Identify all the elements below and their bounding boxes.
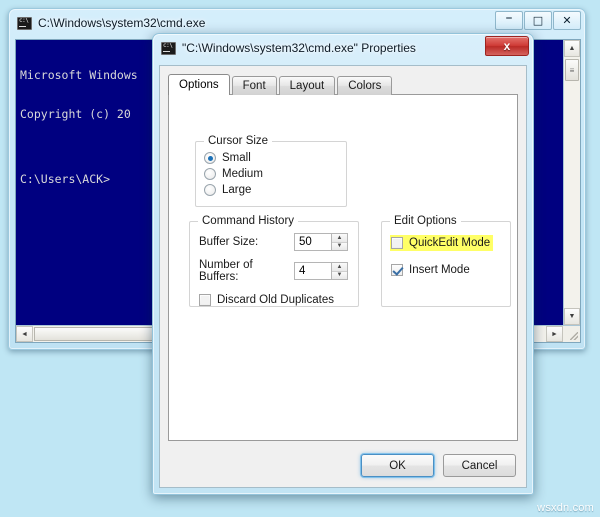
spinner-down-icon[interactable]: ▼	[332, 241, 347, 250]
maximize-button[interactable]: □	[524, 11, 552, 30]
ok-button-label: OK	[389, 459, 406, 472]
number-of-buffers-row: Number of Buffers: 4 ▲ ▼	[199, 259, 348, 283]
scroll-down-button[interactable]: ▼	[564, 308, 580, 325]
cmd-window-controls[interactable]: – □ ✕	[495, 11, 581, 30]
close-icon: ✕	[562, 14, 572, 27]
properties-dialog-body: Options Font Layout Colors Cursor Size S…	[159, 65, 527, 488]
vertical-scrollbar[interactable]: ▲ ≡ ▼	[563, 40, 580, 325]
caret-down-icon: ▼	[568, 313, 576, 320]
buffer-size-input[interactable]: 50	[294, 233, 332, 251]
radio-cursor-small[interactable]: Small	[204, 150, 346, 166]
checkbox-label: Insert Mode	[409, 264, 470, 276]
minimize-button[interactable]: –	[495, 11, 523, 30]
vertical-scroll-thumb[interactable]: ≡	[565, 59, 579, 81]
buffer-size-label: Buffer Size:	[199, 236, 259, 248]
checkbox-label: QuickEdit Mode	[409, 237, 491, 249]
scroll-right-button[interactable]: ►	[546, 326, 563, 342]
cursor-size-group: Cursor Size Small Medium Large	[195, 135, 347, 207]
grip-icon: ≡	[569, 65, 575, 75]
checkbox-icon	[391, 237, 403, 249]
cmd-icon	[161, 41, 176, 55]
checkbox-icon	[391, 264, 403, 276]
vertical-scroll-track[interactable]: ≡	[564, 57, 580, 308]
properties-titlebar[interactable]: "C:\Windows\system32\cmd.exe" Properties…	[153, 34, 533, 62]
caret-left-icon: ◄	[21, 330, 28, 338]
radio-label: Small	[222, 152, 251, 164]
watermark: wsxdn.com	[537, 502, 594, 514]
scroll-up-button[interactable]: ▲	[564, 40, 580, 57]
cmd-window-title: C:\Windows\system32\cmd.exe	[38, 16, 206, 30]
group-legend: Edit Options	[390, 215, 461, 227]
window-resize-grip[interactable]	[563, 326, 580, 342]
cancel-button[interactable]: Cancel	[443, 454, 516, 477]
caret-up-icon: ▲	[568, 45, 576, 52]
caret-right-icon: ►	[551, 330, 558, 338]
dialog-close-button[interactable]: x	[485, 36, 529, 56]
buffer-size-row: Buffer Size: 50 ▲ ▼	[199, 233, 348, 251]
checkbox-insert-mode[interactable]: Insert Mode	[391, 262, 510, 278]
radio-label: Medium	[222, 168, 263, 180]
group-legend: Command History	[198, 215, 299, 227]
radio-icon	[204, 168, 216, 180]
spinner-down-icon[interactable]: ▼	[332, 270, 347, 279]
scroll-left-button[interactable]: ◄	[16, 326, 33, 342]
tab-colors[interactable]: Colors	[337, 76, 393, 95]
tabstrip[interactable]: Options Font Layout Colors	[168, 74, 518, 95]
spinner-up-icon[interactable]: ▲	[332, 263, 347, 271]
command-history-group: Command History Buffer Size: 50 ▲ ▼ Numb…	[189, 215, 359, 308]
number-of-buffers-stepper[interactable]: 4 ▲ ▼	[294, 262, 348, 280]
close-button[interactable]: ✕	[553, 11, 581, 30]
checkbox-quickedit-mode[interactable]: QuickEdit Mode	[390, 235, 494, 251]
number-of-buffers-label: Number of Buffers:	[199, 259, 253, 283]
dialog-button-bar: OK Cancel	[361, 454, 516, 477]
radio-icon	[204, 152, 216, 164]
properties-dialog-title: "C:\Windows\system32\cmd.exe" Properties	[182, 41, 416, 55]
group-legend: Cursor Size	[204, 135, 273, 147]
radio-cursor-medium[interactable]: Medium	[204, 166, 346, 182]
radio-cursor-large[interactable]: Large	[204, 182, 346, 198]
tab-label: Colors	[348, 80, 382, 92]
tab-label: Font	[242, 80, 266, 92]
tab-font[interactable]: Font	[231, 76, 277, 95]
buffer-size-stepper[interactable]: 50 ▲ ▼	[294, 233, 348, 251]
checkbox-discard-old-duplicates[interactable]: Discard Old Duplicates	[199, 292, 348, 308]
spinner-up-icon[interactable]: ▲	[332, 234, 347, 242]
tab-label: Layout	[289, 80, 325, 92]
cmd-properties-dialog[interactable]: "C:\Windows\system32\cmd.exe" Properties…	[152, 33, 534, 495]
cancel-button-label: Cancel	[461, 459, 498, 472]
checkbox-icon	[199, 294, 211, 306]
buffer-size-spin-buttons[interactable]: ▲ ▼	[332, 233, 348, 251]
radio-icon	[204, 184, 216, 196]
close-icon: x	[503, 39, 511, 53]
minimize-icon: –	[505, 9, 513, 26]
tab-layout[interactable]: Layout	[278, 76, 336, 95]
number-of-buffers-spin-buttons[interactable]: ▲ ▼	[332, 262, 348, 280]
ok-button[interactable]: OK	[361, 454, 434, 477]
desktop-background: C:\Windows\system32\cmd.exe – □ ✕ Micros…	[0, 0, 600, 517]
cmd-icon	[17, 16, 32, 30]
tab-label: Options	[179, 79, 219, 91]
tab-options[interactable]: Options	[168, 74, 230, 95]
options-tab-panel: Cursor Size Small Medium Large Command H…	[168, 94, 518, 441]
maximize-icon: □	[532, 14, 544, 27]
radio-label: Large	[222, 184, 252, 196]
number-of-buffers-input[interactable]: 4	[294, 262, 332, 280]
edit-options-group: Edit Options QuickEdit Mode Insert Mode	[381, 215, 511, 307]
checkbox-label: Discard Old Duplicates	[217, 294, 334, 306]
